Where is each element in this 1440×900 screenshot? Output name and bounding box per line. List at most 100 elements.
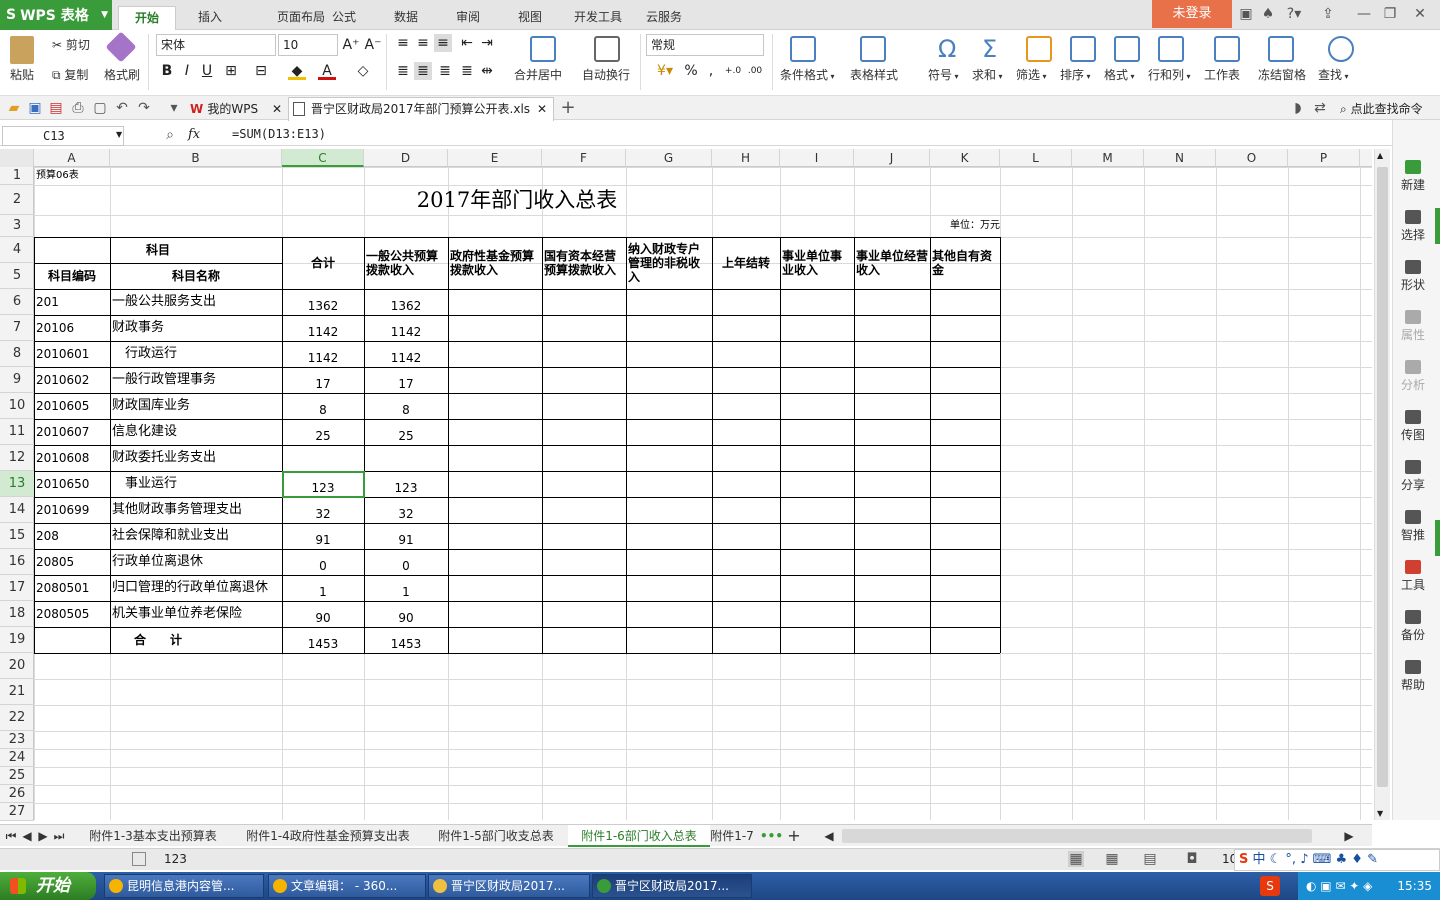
header-col-8[interactable]: 事业单位经营收入	[856, 237, 928, 289]
close-icon[interactable]: ✕	[1412, 6, 1428, 22]
percent-icon[interactable]: %	[682, 62, 700, 80]
cell-code[interactable]: 2010602	[34, 367, 110, 393]
scroll-left-icon[interactable]: ◀	[822, 825, 836, 847]
font-color-icon[interactable]: A	[318, 62, 336, 80]
sidebar-item-1[interactable]: 新建	[1393, 160, 1433, 193]
header-col-1[interactable]: 合计	[284, 237, 362, 289]
total-label[interactable]: 合 计	[34, 627, 282, 653]
cell-total[interactable]: 90	[282, 601, 364, 627]
italic-icon[interactable]: I	[178, 62, 196, 80]
home-tab[interactable]: W 我的WPS ✕	[190, 98, 282, 120]
cell-total[interactable]: 0	[282, 549, 364, 575]
cell-general[interactable]: 1	[364, 575, 448, 601]
row-header-26[interactable]: 26	[0, 785, 34, 803]
column-header-n[interactable]: N	[1144, 149, 1216, 167]
cell-total[interactable]: 1142	[282, 341, 364, 367]
first-sheet-icon[interactable]: ⏮	[4, 825, 18, 847]
column-header-b[interactable]: B	[110, 149, 282, 167]
scroll-down-icon[interactable]: ▼	[1377, 809, 1387, 818]
help-icon[interactable]: ?▾	[1282, 6, 1306, 22]
cell-name[interactable]: 归口管理的行政单位离退休	[110, 575, 282, 601]
cell-name[interactable]: 财政事务	[110, 315, 282, 341]
indent-increase-icon[interactable]: ⇥	[478, 34, 496, 52]
ribbon-tab-5[interactable]: 数据	[384, 6, 428, 30]
ribbon-tab-6[interactable]: 审阅	[446, 6, 490, 30]
preview-icon[interactable]: ▢	[92, 100, 108, 116]
close-icon[interactable]: ✕	[272, 102, 282, 116]
sidebar-item-7[interactable]: 分享	[1393, 460, 1433, 493]
cell-general[interactable]: 1362	[364, 289, 448, 315]
add-sheet-icon[interactable]: +	[786, 825, 802, 847]
header-name[interactable]: 科目名称	[110, 263, 282, 289]
cell-total[interactable]: 123	[282, 471, 364, 497]
cell-name[interactable]: 机关事业单位养老保险	[110, 601, 282, 627]
row-header-27[interactable]: 27	[0, 803, 34, 821]
fx-icon[interactable]: fx	[188, 127, 200, 142]
cell-name[interactable]: 财政国库业务	[110, 393, 282, 419]
header-col-7[interactable]: 事业单位事业收入	[782, 237, 852, 289]
new-tab-icon[interactable]: +	[560, 99, 576, 117]
row-header-5[interactable]: 5	[0, 263, 34, 289]
total-general[interactable]: 1453	[364, 627, 448, 653]
close-icon[interactable]: ✕	[537, 98, 547, 120]
column-header-o[interactable]: O	[1216, 149, 1288, 167]
skin-icon[interactable]: ▣	[1238, 6, 1254, 22]
cell-code[interactable]: 208	[34, 523, 110, 549]
sheet-tab-1[interactable]: 附件1-3基本支出预算表	[78, 825, 228, 847]
ribbon-tab-8[interactable]: 开发工具	[564, 6, 632, 30]
cell-general[interactable]: 91	[364, 523, 448, 549]
row-header-8[interactable]: 8	[0, 341, 34, 367]
column-header-h[interactable]: H	[712, 149, 780, 167]
currency-icon[interactable]: ¥▾	[650, 62, 680, 80]
cell-code[interactable]: 2010601	[34, 341, 110, 367]
cell-general[interactable]: 17	[364, 367, 448, 393]
ribbon-button-filter[interactable]: 筛选 ▾	[1016, 66, 1047, 83]
align-bottom-icon[interactable]: ≡	[434, 34, 452, 52]
ribbon-button-table-style[interactable]: 表格样式	[850, 66, 898, 83]
open-icon[interactable]: ▰	[6, 100, 22, 116]
start-button[interactable]: 开始	[0, 872, 96, 900]
row-header-13[interactable]: 13	[0, 471, 34, 497]
row-header-2[interactable]: 2	[0, 185, 34, 215]
cell-name[interactable]: 其他财政事务管理支出	[110, 497, 282, 523]
spreadsheet-grid[interactable]: 预算06表 2017年部门收入总表 单位：万元 科目 科目编码 科目名称 合计 一般公共预算拨…	[34, 167, 1372, 820]
header-col-5[interactable]: 纳入财政专户管理的非税收入	[628, 237, 710, 289]
taskbar-item-1[interactable]: 昆明信息港内容管...	[104, 874, 264, 898]
fill-color-icon[interactable]: ◆	[288, 62, 306, 80]
align-center-icon[interactable]: ≣	[414, 62, 432, 80]
cell-code[interactable]: 2080501	[34, 575, 110, 601]
vertical-scrollbar[interactable]: ▲ ▼	[1374, 149, 1390, 820]
horizontal-scroll-thumb[interactable]	[842, 829, 1312, 843]
row-header-17[interactable]: 17	[0, 575, 34, 601]
select-all-corner[interactable]	[0, 149, 34, 167]
row-header-23[interactable]: 23	[0, 731, 34, 749]
column-header-i[interactable]: I	[780, 149, 854, 167]
login-button[interactable]: 未登录	[1152, 0, 1232, 28]
row-header-21[interactable]: 21	[0, 679, 34, 705]
column-header-e[interactable]: E	[448, 149, 542, 167]
cell-total[interactable]: 17	[282, 367, 364, 393]
tray-icons[interactable]: ◐ ▣ ✉ ✦ ◈	[1298, 872, 1372, 900]
sheet-tab-2[interactable]: 附件1-4政府性基金预算支出表	[232, 825, 424, 847]
cell-border-icon[interactable]: ⊟	[252, 62, 270, 80]
row-header-24[interactable]: 24	[0, 749, 34, 767]
total-value[interactable]: 1453	[282, 627, 364, 653]
align-top-icon[interactable]: ≡	[394, 34, 412, 52]
font-name-select[interactable]: 宋体	[156, 34, 276, 56]
row-header-3[interactable]: 3	[0, 215, 34, 237]
ribbon-button-sort[interactable]: 排序 ▾	[1060, 66, 1091, 83]
normal-view-icon[interactable]: ▦	[1068, 851, 1084, 867]
clear-format-icon[interactable]: ◇	[354, 62, 372, 80]
cell-code[interactable]: 2010605	[34, 393, 110, 419]
cell-general[interactable]: 1142	[364, 341, 448, 367]
row-header-11[interactable]: 11	[0, 419, 34, 445]
reading-view-icon[interactable]: ▤	[1142, 851, 1158, 867]
sidebar-item-4[interactable]: 属性	[1393, 310, 1433, 343]
cell-general[interactable]: 90	[364, 601, 448, 627]
row-header-14[interactable]: 14	[0, 497, 34, 523]
column-header-l[interactable]: L	[1000, 149, 1072, 167]
merge-center-button[interactable]: 合并居中	[514, 66, 562, 83]
ime-toolbar[interactable]: S 中 ☾ °, ♪ ⌨ ♣ ♦ ✎	[1234, 849, 1440, 871]
document-tab[interactable]: 晋宁区财政局2017年部门预算公开表.xls ✕	[288, 97, 554, 121]
cell-code[interactable]: 2010608	[34, 445, 110, 471]
